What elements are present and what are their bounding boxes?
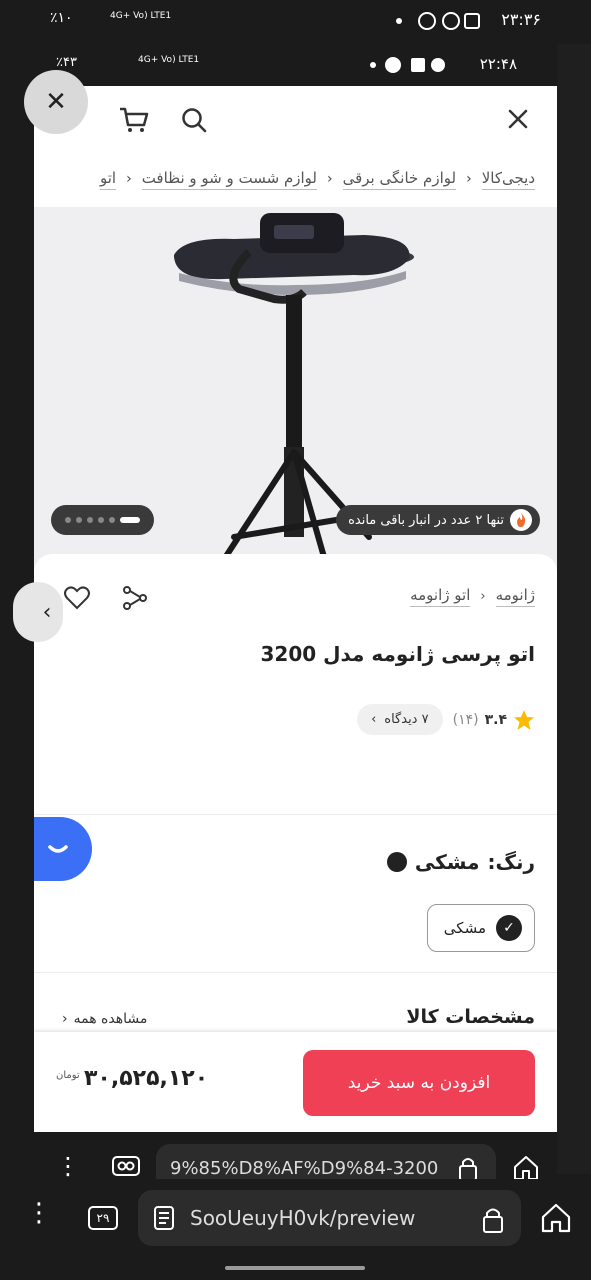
stock-badge-text: تنها ۲ عدد در انبار باقی مانده — [348, 512, 504, 528]
check-icon: ✓ — [496, 915, 522, 941]
inner-url-field[interactable]: 9%85%D8%AF%D9%84-3200 — [156, 1144, 496, 1179]
outer-url-text: SooUeuyH0vk/preview — [190, 1206, 416, 1230]
category-link[interactable]: اتو ژانومه — [410, 586, 471, 607]
status-icons — [396, 12, 480, 30]
rating-value: ۳.۴ — [484, 711, 507, 728]
background-page — [557, 44, 591, 1174]
lock-icon — [459, 1158, 477, 1179]
divider — [34, 972, 557, 973]
gesture-bar — [225, 1266, 365, 1270]
cart-icon[interactable] — [118, 106, 150, 134]
tab-count: ۲۹ — [96, 1211, 110, 1225]
fire-icon — [510, 509, 532, 531]
inner-url-text: 9%85%D8%AF%D9%84-3200 — [170, 1157, 439, 1179]
outer-status-time: ۲۳:۳۶ — [501, 10, 541, 29]
close-bubble-button[interactable]: ✕ — [24, 70, 88, 134]
add-to-cart-button[interactable]: افزودن به سبد خرید — [303, 1050, 535, 1116]
inner-status-icons — [370, 57, 445, 73]
chevron-left-icon: ‹ — [62, 1011, 68, 1027]
pagination-dot[interactable] — [98, 517, 104, 523]
outer-status-network: 4G+ Vo) LTE1 — [110, 11, 172, 21]
pagination-dot-active[interactable] — [120, 517, 140, 523]
product-info-card: ژانومه ‹ اتو ژانومه اتو پرسی ژانومه مدل … — [34, 554, 557, 994]
breadcrumb-item[interactable]: لوازم خانگی برقی — [342, 169, 457, 190]
inner-browser-bar: ⋮ 9%85%D8%AF%D9%84-3200 — [34, 1132, 557, 1179]
view-all-link[interactable]: مشاهده همه ‹ — [62, 1011, 147, 1027]
share-icon[interactable] — [122, 586, 148, 610]
home-icon[interactable] — [540, 1202, 572, 1234]
color-swatch — [386, 852, 407, 872]
breadcrumb-item[interactable]: اتو — [99, 169, 117, 190]
chevron-left-icon: ‹ — [466, 171, 472, 187]
inner-status-network: 4G+ Vo) LTE1 — [138, 55, 200, 65]
rating-count: (۱۴) — [452, 711, 479, 728]
divider — [34, 814, 557, 815]
inner-status-time: ۲۲:۴۸ — [479, 55, 517, 73]
breadcrumb-item[interactable]: لوازم شست و شو و نظافت — [141, 169, 317, 190]
heart-icon[interactable] — [64, 586, 90, 610]
chevron-left-icon: ‹ — [42, 599, 52, 625]
tab-count-button[interactable]: ۲۹ — [88, 1206, 118, 1230]
outer-url-field[interactable]: SooUeuyH0vk/preview — [138, 1190, 521, 1246]
color-heading: رنگ: مشکی — [386, 850, 536, 874]
reader-mode-icon[interactable] — [112, 1156, 140, 1176]
home-icon[interactable] — [512, 1154, 540, 1179]
brand-link[interactable]: ژانومه — [495, 586, 535, 607]
inner-screen: ٪۴۳ 4G+ Vo) LTE1 ۲۲:۴۸ — [34, 44, 557, 1179]
lock-icon — [483, 1208, 503, 1233]
price: ۳۰,۵۲۵,۱۲۰ — [84, 1066, 209, 1091]
outer-browser-bar: ⋮ ۲۹ SooUeuyH0vk/preview — [0, 1180, 591, 1280]
pagination-dot[interactable] — [65, 517, 71, 523]
color-option-black[interactable]: ✓ مشکی — [427, 904, 535, 952]
chevron-left-icon: ‹ — [480, 589, 486, 604]
gallery-pagination[interactable] — [51, 505, 154, 535]
stock-badge: تنها ۲ عدد در انبار باقی مانده — [336, 505, 540, 535]
reviews-button[interactable]: ۷ دیدگاه › — [357, 704, 443, 735]
product-gallery[interactable] — [34, 207, 557, 597]
menu-dots-icon[interactable]: ⋮ — [56, 1152, 80, 1179]
outer-status-bar: ٪۱۰ 4G+ Vo) LTE1 ۲۳:۳۶ — [0, 0, 591, 44]
top-app-bar — [34, 86, 557, 154]
color-option-label: مشکی — [443, 919, 486, 937]
close-icon[interactable] — [507, 108, 529, 130]
color-name: مشکی — [414, 850, 480, 874]
outer-status-battery: ٪۱۰ — [50, 10, 73, 26]
chevron-left-icon: ‹ — [126, 171, 132, 187]
reviews-count: ۷ دیدگاه — [384, 712, 429, 727]
menu-dots-icon[interactable]: ⋮ — [26, 1198, 52, 1228]
breadcrumb-item[interactable]: دیجی‌کالا — [481, 169, 535, 190]
view-all-label: مشاهده همه — [73, 1011, 148, 1027]
specs-title: مشخصات کالا — [406, 1006, 535, 1028]
screen: ٪۱۰ 4G+ Vo) LTE1 ۲۳:۳۶ ٪۴۳ 4G+ Vo) LTE1 … — [0, 0, 591, 1280]
page-info-icon[interactable] — [152, 1205, 176, 1231]
rating-row: ۳.۴ (۱۴) ۷ دیدگاه › — [357, 704, 535, 735]
search-icon[interactable] — [180, 106, 208, 134]
pagination-dot[interactable] — [87, 517, 93, 523]
brand-breadcrumb: ژانومه ‹ اتو ژانومه — [410, 586, 535, 607]
chevron-left-icon: ‹ — [326, 171, 333, 187]
buy-bar: افزودن به سبد خرید ۳۰,۵۲۵,۱۲۰ تومان — [34, 1032, 557, 1132]
pagination-dot[interactable] — [76, 517, 82, 523]
chat-smile-icon — [48, 845, 68, 853]
breadcrumb: دیجی‌کالا ‹ لوازم خانگی برقی ‹ لوازم شست… — [34, 154, 557, 204]
inner-status-battery: ٪۴۳ — [56, 55, 77, 70]
side-arrow-button[interactable]: ‹ — [13, 582, 63, 642]
chevron-left-icon: › — [371, 712, 377, 727]
color-label: رنگ: — [487, 850, 536, 874]
product-title: اتو پرسی ژانومه مدل 3200 — [260, 642, 536, 666]
star-icon — [514, 709, 534, 730]
currency-label: تومان — [56, 1070, 80, 1081]
chat-support-button[interactable] — [34, 817, 92, 881]
pagination-dot[interactable] — [109, 517, 115, 523]
inner-status-bar: ٪۴۳ 4G+ Vo) LTE1 ۲۲:۴۸ — [34, 44, 557, 86]
product-image — [174, 213, 414, 595]
